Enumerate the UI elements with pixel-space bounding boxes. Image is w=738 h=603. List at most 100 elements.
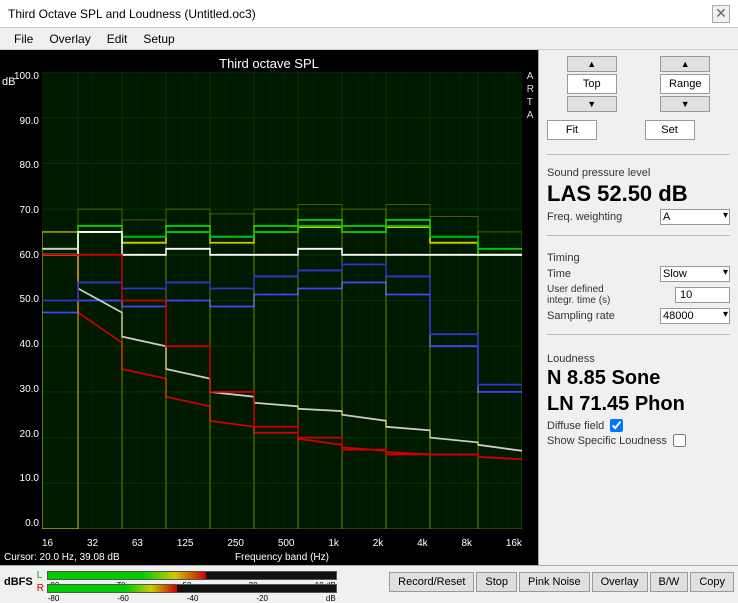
y-label: 30.0 bbox=[20, 385, 39, 395]
bw-button[interactable]: B/W bbox=[650, 572, 689, 592]
x-label-125: 125 bbox=[177, 538, 194, 549]
chart-area: Third octave SPL ARTA 100.0 90.0 80.0 70… bbox=[0, 50, 538, 565]
user-defined-input[interactable] bbox=[675, 287, 730, 303]
x-axis: 16 32 63 125 250 500 1k 2k 4k 8k 16k bbox=[42, 536, 522, 549]
meter-row-l: L -90 -70 -50 -30 -10 dB bbox=[37, 570, 385, 581]
timing-section-label: Timing bbox=[547, 252, 730, 264]
user-defined-label: User definedintegr. time (s) bbox=[547, 284, 610, 306]
tick-r-40: -40 bbox=[187, 594, 199, 603]
range-up-button[interactable]: ▲ bbox=[660, 56, 710, 72]
set-button[interactable]: Set bbox=[645, 120, 695, 140]
x-label-8k: 8k bbox=[461, 538, 472, 549]
freq-weighting-row: Freq. weighting A B C Z bbox=[547, 209, 730, 225]
meter-bar-l: -90 -70 -50 -30 -10 dB bbox=[47, 571, 337, 580]
freq-weighting-select[interactable]: A B C Z bbox=[660, 209, 730, 225]
level-meters: L -90 -70 -50 -30 -10 dB R -80 -60 bbox=[37, 570, 385, 594]
x-label-63: 63 bbox=[132, 538, 143, 549]
main-content: Third octave SPL ARTA 100.0 90.0 80.0 70… bbox=[0, 50, 738, 565]
time-select[interactable]: Slow Fast Impulse bbox=[660, 266, 730, 282]
spl-section-label: Sound pressure level bbox=[547, 167, 730, 179]
chart-wrapper bbox=[42, 72, 522, 529]
spl-section: Sound pressure level LAS 52.50 dB Freq. … bbox=[547, 163, 730, 227]
fit-button[interactable]: Fit bbox=[547, 120, 597, 140]
range-down-button[interactable]: ▼ bbox=[660, 96, 710, 112]
y-label: 10.0 bbox=[20, 474, 39, 484]
x-label-500: 500 bbox=[278, 538, 295, 549]
bottom-buttons: Record/Reset Stop Pink Noise Overlay B/W… bbox=[389, 572, 734, 592]
y-axis: 100.0 90.0 80.0 70.0 60.0 50.0 40.0 30.0… bbox=[0, 72, 42, 529]
meter-r-label: R bbox=[37, 583, 45, 594]
y-label: 0.0 bbox=[25, 519, 39, 529]
diffuse-field-label: Diffuse field bbox=[547, 420, 604, 432]
show-specific-checkbox[interactable] bbox=[673, 434, 686, 447]
show-specific-label: Show Specific Loudness bbox=[547, 435, 667, 447]
tick-r-80: -80 bbox=[48, 594, 60, 603]
x-label-250: 250 bbox=[227, 538, 244, 549]
menu-edit[interactable]: Edit bbox=[101, 31, 134, 47]
meter-fill-l bbox=[48, 572, 206, 579]
chart-title: Third octave SPL bbox=[219, 56, 319, 71]
loudness-ln-value: LN 71.45 Phon bbox=[547, 391, 730, 417]
y-label: 20.0 bbox=[20, 430, 39, 440]
diffuse-field-checkbox[interactable] bbox=[610, 419, 623, 432]
y-label: 60.0 bbox=[20, 251, 39, 261]
loudness-section-label: Loudness bbox=[547, 353, 730, 365]
record-reset-button[interactable]: Record/Reset bbox=[389, 572, 474, 592]
range-label-button[interactable]: Range bbox=[660, 74, 710, 94]
x-label-2k: 2k bbox=[373, 538, 384, 549]
x-label-32: 32 bbox=[87, 538, 98, 549]
y-label: 80.0 bbox=[20, 161, 39, 171]
y-axis-title: dB bbox=[2, 76, 15, 88]
sampling-rate-label: Sampling rate bbox=[547, 310, 615, 322]
dbfs-label: dBFS bbox=[4, 576, 33, 588]
tick-r-20: -20 bbox=[256, 594, 268, 603]
bottom-area: dBFS L -90 -70 -50 -30 -10 dB R bbox=[0, 565, 738, 597]
meter-bar-r: -80 -60 -40 -20 dB bbox=[47, 584, 337, 593]
time-label: Time bbox=[547, 268, 571, 280]
title-bar: Third Octave SPL and Loudness (Untitled.… bbox=[0, 0, 738, 28]
x-label-16k: 16k bbox=[506, 538, 522, 549]
show-specific-row: Show Specific Loudness bbox=[547, 434, 730, 447]
freq-weighting-label: Freq. weighting bbox=[547, 211, 622, 223]
y-label: 50.0 bbox=[20, 295, 39, 305]
time-select-wrapper: Slow Fast Impulse bbox=[660, 266, 730, 282]
y-label: 90.0 bbox=[20, 117, 39, 127]
top-control-group: ▲ Top ▼ bbox=[547, 56, 637, 112]
x-label-16: 16 bbox=[42, 538, 53, 549]
fit-set-controls: Fit Set bbox=[547, 120, 730, 140]
menu-overlay[interactable]: Overlay bbox=[43, 31, 96, 47]
menu-setup[interactable]: Setup bbox=[137, 31, 180, 47]
right-panel: ▲ Top ▼ ▲ Range ▼ Fit Set Sound pressure… bbox=[538, 50, 738, 565]
user-defined-row: User definedintegr. time (s) bbox=[547, 284, 730, 306]
top-up-button[interactable]: ▲ bbox=[567, 56, 617, 72]
meter-row-r: R -80 -60 -40 -20 dB bbox=[37, 583, 385, 594]
y-label: 40.0 bbox=[20, 340, 39, 350]
sampling-rate-row: Sampling rate 48000 44100 96000 bbox=[547, 308, 730, 324]
copy-button[interactable]: Copy bbox=[690, 572, 734, 592]
time-row: Time Slow Fast Impulse bbox=[547, 266, 730, 282]
chart-svg bbox=[42, 72, 522, 529]
pink-noise-button[interactable]: Pink Noise bbox=[519, 572, 590, 592]
top-label-button[interactable]: Top bbox=[567, 74, 617, 94]
x-label-4k: 4k bbox=[417, 538, 428, 549]
sampling-rate-select-wrapper: 48000 44100 96000 bbox=[660, 308, 730, 324]
overlay-button[interactable]: Overlay bbox=[592, 572, 648, 592]
meter-l-label: L bbox=[37, 570, 45, 581]
loudness-section: Loudness N 8.85 Sone LN 71.45 Phon Diffu… bbox=[547, 349, 730, 449]
close-button[interactable]: ✕ bbox=[712, 5, 730, 23]
menu-file[interactable]: File bbox=[8, 31, 39, 47]
arta-label: ARTA bbox=[527, 70, 534, 122]
spl-value: LAS 52.50 dB bbox=[547, 181, 730, 207]
cursor-info: Cursor: 20.0 Hz, 39.08 dB bbox=[4, 552, 120, 563]
timing-section: Timing Time Slow Fast Impulse User defin… bbox=[547, 248, 730, 326]
y-label: 70.0 bbox=[20, 206, 39, 216]
top-down-button[interactable]: ▼ bbox=[567, 96, 617, 112]
diffuse-field-row: Diffuse field bbox=[547, 419, 730, 432]
meter-ticks-r: -80 -60 -40 -20 dB bbox=[48, 594, 336, 603]
menu-bar: File Overlay Edit Setup bbox=[0, 28, 738, 50]
sampling-rate-select[interactable]: 48000 44100 96000 bbox=[660, 308, 730, 324]
range-control-group: ▲ Range ▼ bbox=[641, 56, 731, 112]
stop-button[interactable]: Stop bbox=[476, 572, 517, 592]
window-title: Third Octave SPL and Loudness (Untitled.… bbox=[8, 7, 256, 21]
y-label: 100.0 bbox=[14, 72, 39, 82]
